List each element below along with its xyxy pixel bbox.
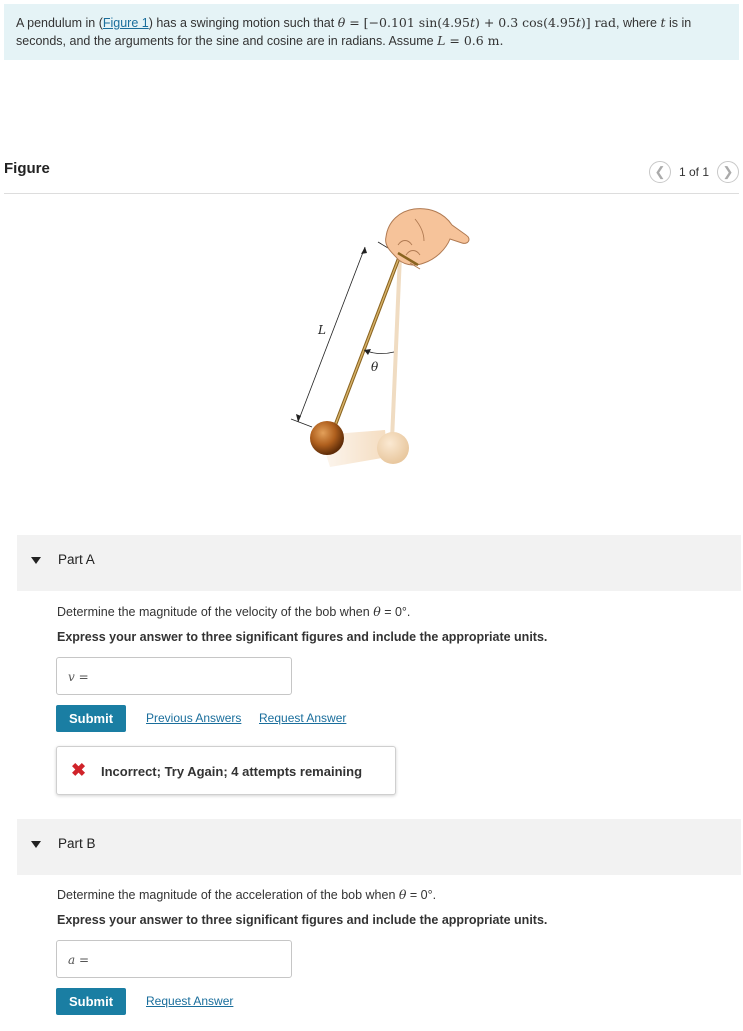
length-label: L [317,323,326,337]
feedback-message: Incorrect; Try Again; 4 attempts remaini… [101,764,363,779]
theta-equation: θ = [−0.101 sin(4.95t) + 0.3 cos(4.95t)]… [337,15,616,30]
chevron-right-icon[interactable]: ❯ [717,161,739,183]
problem-line-2: seconds, and the arguments for the sine … [16,33,504,48]
problem-statement: A pendulum in (Figure 1) has a swinging … [4,4,739,60]
page-counter: 1 of 1 [678,165,709,179]
angle-label: θ [371,360,379,374]
part-b-title: Part B [58,836,96,851]
pendulum-figure: L θ [210,205,530,467]
acceleration-input[interactable] [97,947,283,971]
pendulum-bob [310,421,344,455]
problem-line-1: A pendulum in (Figure 1) has a swinging … [16,15,692,30]
velocity-label: v = [68,670,89,684]
acceleration-label: a = [68,953,90,967]
part-a-header[interactable]: Part A [17,535,741,591]
figure-link[interactable]: Figure 1 [103,16,149,30]
error-x-icon: ✖ [71,760,87,780]
part-b-submit-button[interactable]: Submit [56,988,126,1015]
part-b-request-answer-link[interactable]: Request Answer [146,994,233,1008]
part-a-request-answer-link[interactable]: Request Answer [259,711,346,725]
part-a-answer-field[interactable]: v = [56,657,292,695]
caret-down-icon[interactable] [31,557,41,564]
previous-answers-link[interactable]: Previous Answers [146,711,241,725]
figure-title: Figure [4,160,50,177]
part-b-answer-field[interactable]: a = [56,940,292,978]
part-a-title: Part A [58,552,95,567]
figure-header: Figure ❮ 1 of 1 ❯ [4,158,739,194]
part-a-question: Determine the magnitude of the velocity … [57,604,411,619]
part-b-instruction: Express your answer to three significant… [57,913,548,927]
part-b-header[interactable]: Part B [17,819,741,875]
part-a-instruction: Express your answer to three significant… [57,630,548,644]
chevron-left-icon[interactable]: ❮ [648,161,671,183]
length-value: L = 0.6 m. [437,33,504,48]
velocity-input[interactable] [97,664,283,688]
part-a-submit-button[interactable]: Submit [56,705,126,732]
ghost-bob [377,432,409,464]
incorrect-feedback: ✖ Incorrect; Try Again; 4 attempts remai… [56,746,396,795]
caret-down-icon[interactable] [31,841,41,848]
figure-pagination: ❮ 1 of 1 ❯ [648,161,739,183]
part-b-question: Determine the magnitude of the accelerat… [57,887,437,902]
